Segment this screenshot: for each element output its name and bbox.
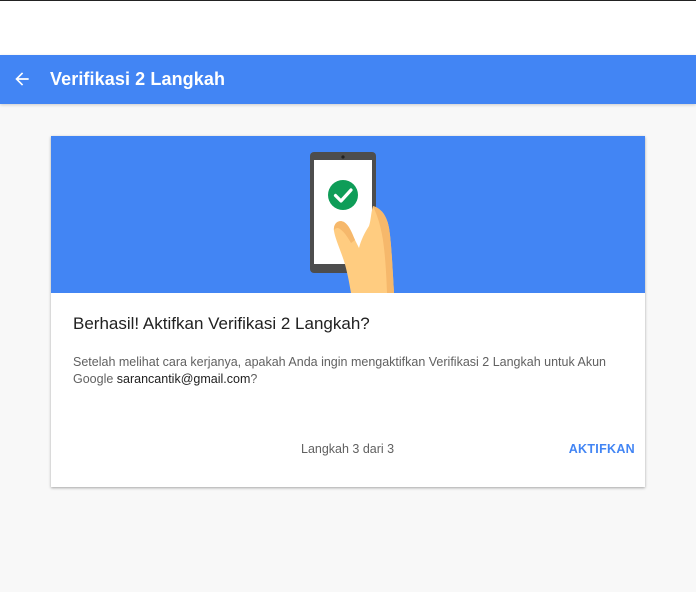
- phone-checkmark-icon: [310, 152, 394, 293]
- enable-button[interactable]: AKTIFKAN: [569, 442, 635, 456]
- browser-top-strip: [0, 0, 696, 55]
- page-title: Verifikasi 2 Langkah: [50, 69, 226, 89]
- step-indicator: Langkah 3 dari 3: [301, 442, 395, 456]
- arrow-left-icon: [15, 72, 29, 86]
- description-suffix: ?: [250, 372, 258, 386]
- account-email: sarancantik@gmail.com: [116, 372, 251, 386]
- back-button[interactable]: [8, 65, 36, 93]
- app-bar: Verifikasi 2 Langkah: [0, 55, 696, 104]
- card-description: Setelah melihat cara kerjanya, apakah An…: [73, 354, 623, 388]
- card-title: Berhasil! Aktifkan Verifikasi 2 Langkah?: [73, 314, 370, 333]
- illustration-banner: [51, 136, 645, 293]
- confirmation-card: Berhasil! Aktifkan Verifikasi 2 Langkah?…: [51, 136, 645, 487]
